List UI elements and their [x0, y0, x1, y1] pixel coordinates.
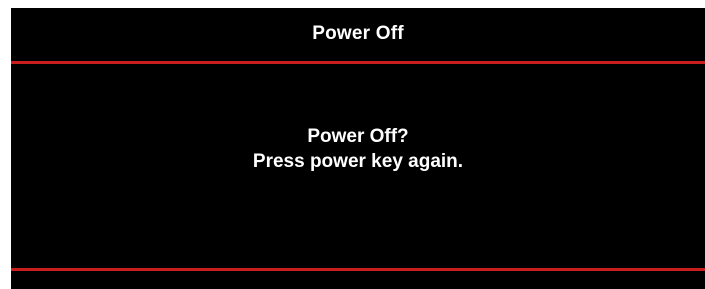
dialog-message: Power Off? Press power key again.	[11, 124, 705, 174]
message-line-2: Press power key again.	[252, 151, 464, 172]
power-off-dialog: Power Off Power Off? Press power key aga…	[11, 8, 705, 289]
dialog-title-bar: Power Off	[11, 8, 705, 60]
dialog-title: Power Off	[312, 23, 404, 44]
title-divider	[11, 61, 705, 64]
message-line-1: Power Off?	[307, 126, 409, 147]
bottom-divider	[11, 268, 705, 271]
